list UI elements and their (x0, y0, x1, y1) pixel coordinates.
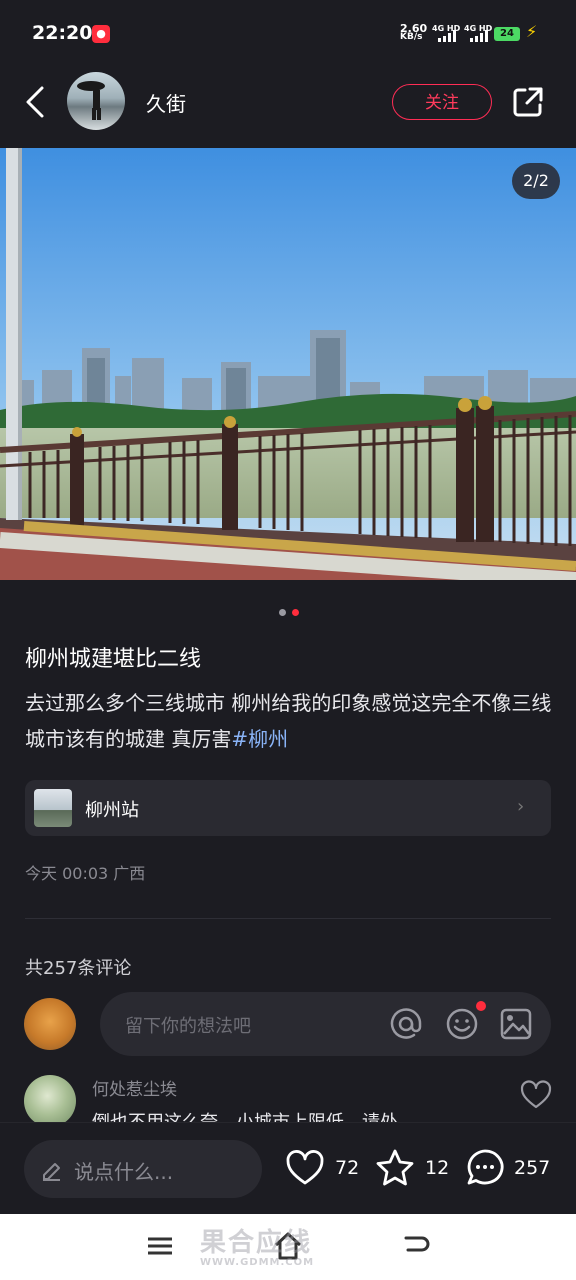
system-nav-bar: 果合应线 WWW.GDMM.COM (0, 1214, 576, 1280)
say-something-placeholder: 说点什么... (74, 1160, 174, 1184)
follow-button[interactable]: 关注 (392, 84, 492, 120)
comment-input[interactable]: 留下你的想法吧 (100, 992, 551, 1056)
charging-icon: ⚡ (526, 22, 538, 41)
location-label: 柳州站 (85, 800, 139, 821)
image-counter: 2/2 (512, 163, 560, 199)
location-thumbnail (34, 789, 72, 827)
notification-icon: ● (92, 25, 110, 43)
signal-icon (438, 30, 456, 42)
post-body-text: 去过那么多个三线城市 柳州给我的印象感觉这完全不像三线城市该有的城建 真厉害 (25, 691, 552, 751)
chevron-right-icon: › (517, 796, 525, 817)
my-avatar (24, 998, 76, 1050)
carousel-dots (279, 609, 299, 616)
action-bar: 说点什么... 72 12 257 (0, 1122, 576, 1215)
comment-count: 共257条评论 (25, 958, 132, 979)
menu-icon[interactable] (144, 1230, 176, 1262)
watermark-url: WWW.GDMM.COM (200, 1257, 315, 1268)
battery-icon: 24 (494, 27, 520, 41)
like-icon[interactable] (284, 1147, 326, 1189)
post-title: 柳州城建堪比二线 (25, 647, 202, 672)
watermark-text: 果合应线 (200, 1228, 313, 1258)
emoji-badge (476, 1001, 486, 1011)
post-meta: 今天 00:03 广西 (25, 864, 146, 883)
star-icon[interactable] (374, 1147, 416, 1189)
mention-icon[interactable] (388, 1006, 424, 1042)
status-bar: 22:20 ● 2.60 KB/s 4G HD 4G HD 24 ⚡ (0, 0, 576, 64)
hashtag-link[interactable]: #柳州 (231, 727, 288, 751)
carousel-dot-2 (292, 609, 299, 616)
say-something-input[interactable]: 说点什么... (24, 1140, 262, 1198)
commenter-avatar[interactable] (24, 1075, 76, 1127)
image-icon[interactable] (498, 1006, 534, 1042)
back-nav-icon[interactable] (400, 1230, 432, 1262)
post-image[interactable] (0, 148, 576, 580)
post-body: 去过那么多个三线城市 柳州给我的印象感觉这完全不像三线城市该有的城建 真厉害#柳… (25, 685, 555, 757)
author-name[interactable]: 久街 (146, 88, 186, 117)
comment-like-icon[interactable] (520, 1080, 552, 1110)
carousel-dot-1 (279, 609, 286, 616)
commenter-name[interactable]: 何处惹尘埃 (92, 1075, 177, 1100)
signal-icon-2 (470, 30, 488, 42)
status-time: 22:20 (32, 22, 93, 44)
comment-icon[interactable] (464, 1147, 506, 1189)
network-speed: 2.60 KB/s (400, 23, 427, 42)
emoji-icon[interactable] (444, 1006, 480, 1042)
author-avatar[interactable] (67, 72, 125, 130)
pencil-icon (43, 1163, 60, 1181)
comment-total: 257 (514, 1157, 551, 1179)
location-card[interactable]: 柳州站 › (25, 780, 551, 836)
back-icon[interactable] (20, 82, 50, 122)
comment-input-placeholder: 留下你的想法吧 (125, 1016, 251, 1037)
watermark: 果合应线 WWW.GDMM.COM (200, 1222, 400, 1278)
share-icon[interactable] (510, 84, 546, 120)
divider (25, 918, 551, 919)
like-count: 72 (335, 1157, 360, 1179)
favorite-count: 12 (425, 1157, 450, 1179)
